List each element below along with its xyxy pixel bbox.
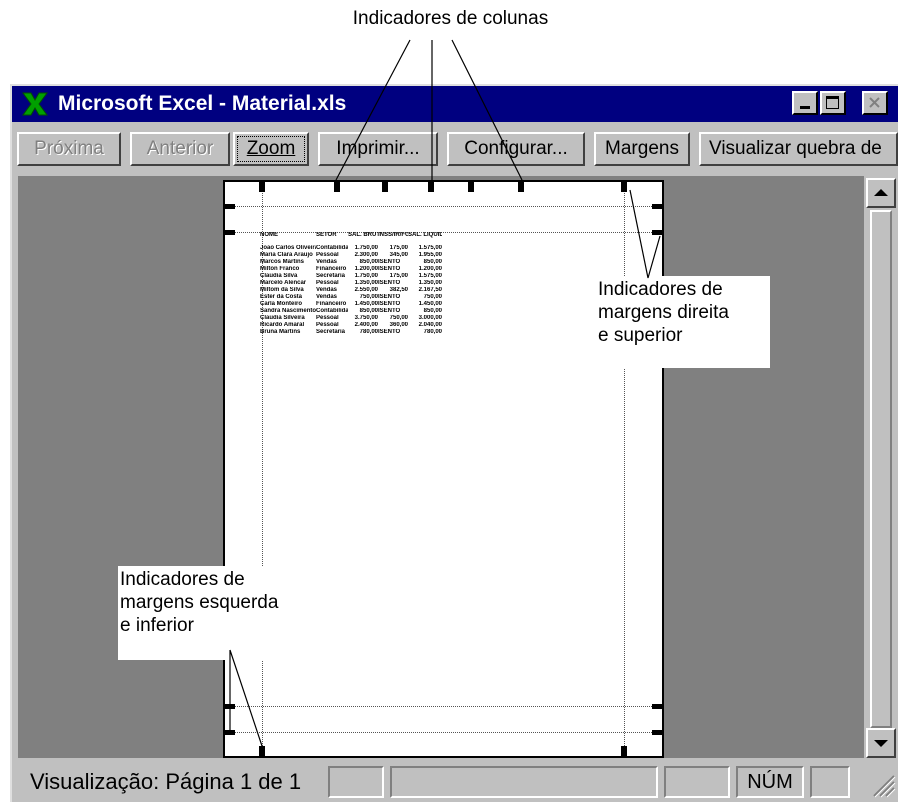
- status-panel: [390, 766, 658, 798]
- num-lock-label: NÚM: [747, 771, 793, 793]
- num-lock-indicator: NÚM: [736, 766, 804, 798]
- status-text: Visualização: Página 1 de 1: [30, 769, 302, 794]
- status-panel: [664, 766, 730, 798]
- status-panel: [810, 766, 850, 798]
- annotation-pointer-lines: [229, 39, 661, 747]
- status-panel: [328, 766, 384, 798]
- resize-grip-icon[interactable]: [868, 770, 896, 798]
